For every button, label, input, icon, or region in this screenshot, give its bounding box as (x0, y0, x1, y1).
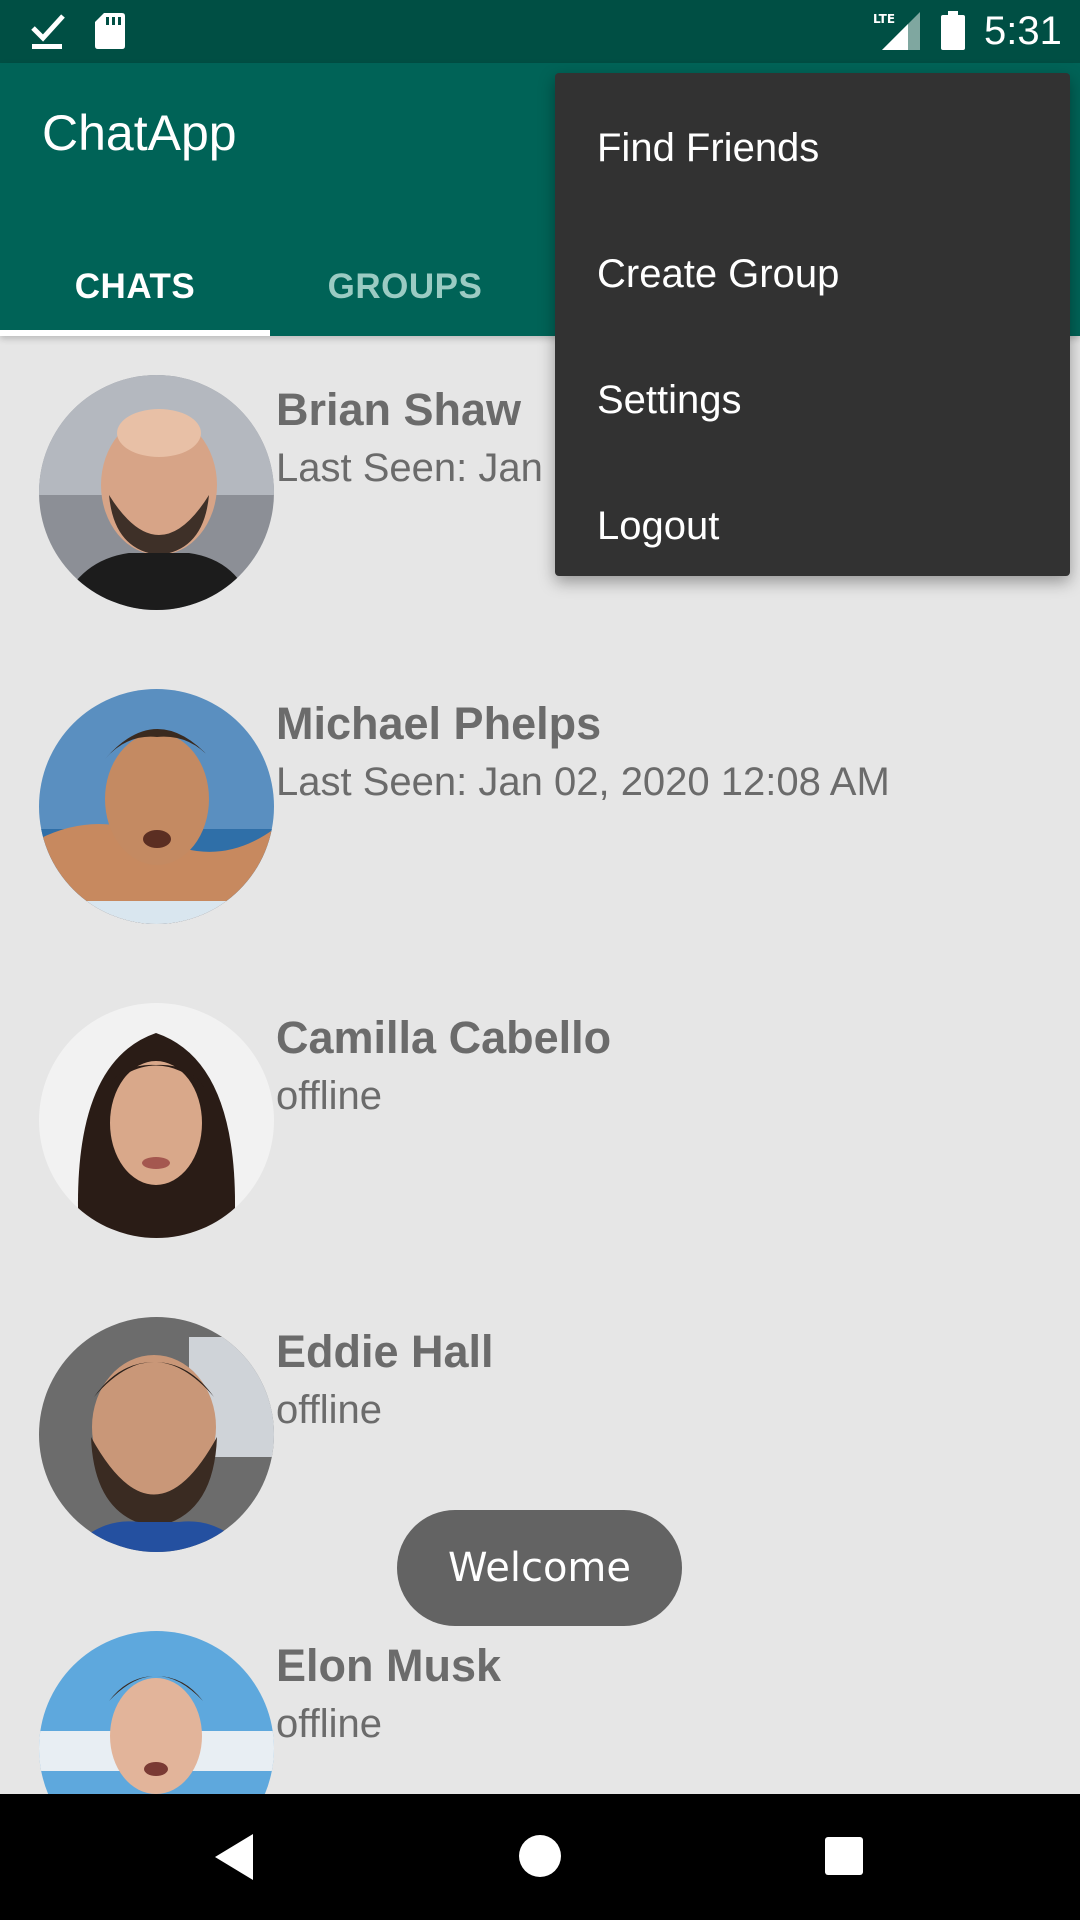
contact-name: Eddie Hall (276, 1326, 494, 1377)
status-time: 5:31 (984, 9, 1062, 53)
home-icon[interactable] (518, 1834, 562, 1878)
contact-name: Michael Phelps (276, 698, 602, 749)
avatar (39, 375, 274, 610)
menu-item-logout[interactable]: Logout (555, 463, 1070, 589)
tab-chats-label: CHATS (74, 267, 196, 306)
contact-status: offline (276, 1074, 383, 1118)
svg-text:LTE: LTE (873, 12, 895, 26)
back-icon[interactable] (213, 1832, 257, 1882)
menu-item-settings[interactable]: Settings (555, 337, 1070, 463)
status-bar: LTE 5:31 (0, 0, 1080, 63)
menu-item-find-friends[interactable]: Find Friends (555, 85, 1070, 211)
chat-list-item[interactable]: Michael Phelps Last Seen: Jan 02, 2020 1… (0, 650, 1080, 964)
welcome-toast: Welcome (397, 1510, 682, 1626)
tab-groups-label: GROUPS (327, 267, 483, 306)
chat-list-item[interactable]: Camilla Cabello offline (0, 964, 1080, 1278)
navigation-bar (0, 1794, 1080, 1920)
menu-item-create-group[interactable]: Create Group (555, 211, 1070, 337)
avatar (39, 1003, 274, 1238)
contact-name: Elon Musk (276, 1640, 502, 1691)
contact-name: Brian Shaw (276, 384, 522, 435)
check-notification-icon (31, 14, 65, 49)
contact-status: offline (276, 1702, 383, 1746)
avatar (39, 1317, 274, 1552)
sd-card-icon (95, 13, 125, 49)
tab-groups[interactable]: GROUPS (270, 244, 540, 336)
lte-signal-icon: LTE (873, 12, 920, 50)
contact-status: Last Seen: Jan 02, 2020 12:08 AM (276, 760, 890, 804)
recents-icon[interactable] (824, 1836, 864, 1876)
contact-status: offline (276, 1388, 383, 1432)
tab-chats[interactable]: CHATS (0, 244, 270, 336)
avatar (39, 689, 274, 924)
battery-icon (941, 11, 965, 50)
contact-name: Camilla Cabello (276, 1012, 612, 1063)
avatar (39, 1631, 274, 1794)
app-title: ChatApp (42, 105, 237, 161)
overflow-menu: Find Friends Create Group Settings Logou… (555, 73, 1070, 576)
